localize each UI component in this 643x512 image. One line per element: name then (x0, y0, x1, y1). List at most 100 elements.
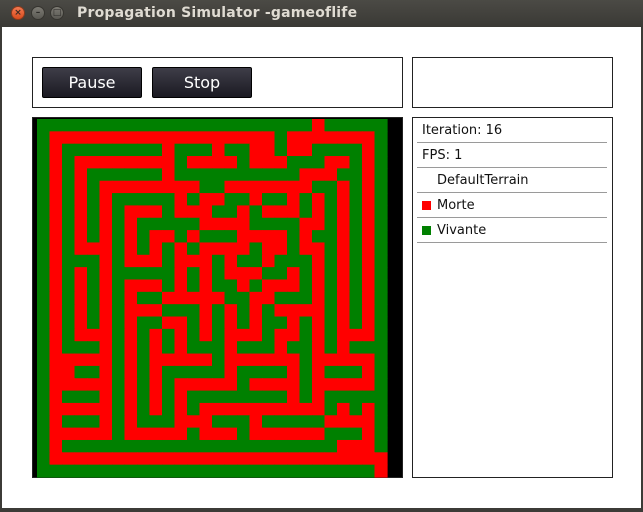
grid-cell (337, 193, 351, 207)
minimize-window-button[interactable]: – (31, 6, 45, 20)
grid-cell (74, 143, 88, 157)
grid-cell (337, 168, 351, 182)
grid-cell (324, 131, 338, 145)
grid-cell (199, 464, 213, 478)
grid-cell (324, 378, 338, 392)
grid-cell (237, 464, 251, 478)
grid-cell (74, 353, 88, 367)
pause-button[interactable]: Pause (42, 67, 142, 98)
grid-cell (212, 131, 226, 145)
grid-cell (224, 193, 238, 207)
grid-cell (337, 254, 351, 268)
grid-cell (74, 291, 88, 305)
grid-cell (162, 254, 176, 268)
grid-cell (149, 365, 163, 379)
grid-cell (199, 254, 213, 268)
grid-cell (37, 378, 51, 392)
grid-cell (187, 168, 201, 182)
grid-cell (112, 390, 126, 404)
grid-cell (249, 217, 263, 231)
grid-cell (174, 119, 188, 132)
grid-cell (37, 328, 51, 342)
grid-cell (137, 378, 151, 392)
stop-button[interactable]: Stop (152, 67, 252, 98)
grid-cell (249, 402, 263, 416)
grid-cell (337, 267, 351, 281)
grid-cell (149, 439, 163, 453)
grid-cell (174, 316, 188, 330)
grid-cell (162, 230, 176, 244)
grid-cell (124, 131, 138, 145)
grid-cell (287, 254, 301, 268)
grid-cell (99, 156, 113, 169)
grid-cell (174, 143, 188, 157)
grid-cell (187, 131, 201, 145)
grid-cell (312, 464, 326, 478)
grid-cell (74, 279, 88, 293)
grid-cell (349, 415, 363, 429)
grid-cell (62, 279, 76, 293)
grid-cell (137, 267, 151, 281)
grid-cell (212, 143, 226, 157)
simulation-grid[interactable] (33, 118, 404, 479)
grid-cell (62, 353, 76, 367)
grid-cell (199, 365, 213, 379)
grid-cell (224, 143, 238, 157)
grid-cell (237, 217, 251, 231)
grid-cell (324, 452, 338, 466)
grid-cell (274, 464, 288, 478)
grid-cell (374, 193, 388, 207)
grid-cell (262, 119, 276, 132)
grid-cell (299, 119, 313, 132)
grid-cell (62, 193, 76, 207)
grid-cell (74, 427, 88, 441)
grid-cell (199, 316, 213, 330)
grid-cell (124, 119, 138, 132)
grid-cell (237, 402, 251, 416)
grid-cell (299, 353, 313, 367)
grid-cell (112, 242, 126, 256)
terrain-row[interactable]: DefaultTerrain (417, 168, 607, 193)
grid-cell (74, 119, 88, 132)
grid-cell (374, 180, 388, 194)
grid-cell (262, 193, 276, 207)
grid-cell (137, 464, 151, 478)
grid-cell (287, 143, 301, 157)
grid-cell (237, 427, 251, 441)
grid-cell (174, 439, 188, 453)
grid-cell (262, 439, 276, 453)
grid-cell (124, 464, 138, 478)
grid-cell (187, 378, 201, 392)
grid-cell (124, 304, 138, 318)
grid-cell (74, 156, 88, 169)
grid-cell (37, 156, 51, 169)
grid-cell (237, 279, 251, 293)
grid-cell (312, 304, 326, 318)
grid-cell (62, 143, 76, 157)
grid-cell (237, 304, 251, 318)
grid-cell (249, 230, 263, 244)
state-row-morte[interactable]: Morte (417, 193, 607, 218)
info-top-panel (412, 57, 613, 108)
state-row-vivante[interactable]: Vivante (417, 218, 607, 243)
grid-cell (237, 452, 251, 466)
grid-cell (99, 316, 113, 330)
simulation-grid-panel[interactable] (32, 117, 403, 478)
grid-cell (37, 452, 51, 466)
grid-cell (362, 427, 376, 441)
grid-cell (199, 156, 213, 169)
grid-cell (137, 217, 151, 231)
grid-cell (337, 230, 351, 244)
grid-cell (312, 452, 326, 466)
grid-cell (274, 131, 288, 145)
maximize-window-button[interactable]: □ (50, 6, 64, 20)
grid-cell (74, 254, 88, 268)
grid-cell (174, 390, 188, 404)
grid-cell (87, 131, 101, 145)
grid-cell (299, 267, 313, 281)
close-window-button[interactable]: × (11, 6, 25, 20)
grid-cell (324, 341, 338, 355)
fps-label: FPS: 1 (422, 147, 463, 163)
grid-cell (337, 205, 351, 219)
grid-cell (249, 291, 263, 305)
